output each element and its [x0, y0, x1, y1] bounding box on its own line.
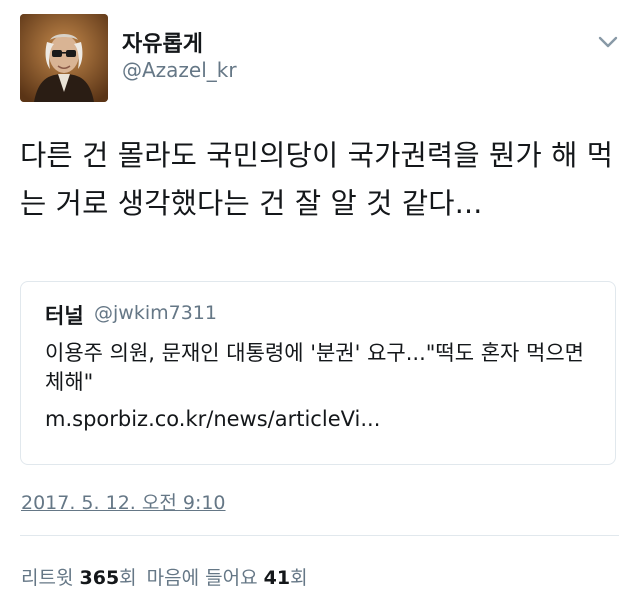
divider — [20, 535, 619, 536]
like-stat[interactable]: 마음에 들어요 41회 — [147, 567, 308, 589]
quoted-tweet-link[interactable]: m.sporbiz.co.kr/news/articleVi... — [45, 407, 380, 431]
retweet-stat[interactable]: 리트윗 365회 — [21, 567, 137, 589]
like-suffix: 회 — [290, 567, 308, 589]
author-name[interactable]: 자유롭게 — [122, 26, 203, 58]
retweet-label: 리트윗 — [21, 567, 74, 589]
like-label: 마음에 들어요 — [146, 567, 258, 589]
author-handle[interactable]: @Azazel_kr — [122, 58, 237, 82]
avatar-image — [20, 14, 108, 102]
chevron-down-icon[interactable] — [596, 32, 620, 52]
quoted-author-handle: @jwkim7311 — [94, 302, 217, 324]
avatar[interactable] — [20, 14, 108, 102]
quoted-author-name: 터널 — [45, 304, 84, 328]
tweet-text: 다른 건 몰라도 국민의당이 국가권력을 뭔가 해 먹는 거로 생각했다는 건 … — [20, 139, 614, 220]
tweet-stats: 리트윗 365회 마음에 들어요 41회 — [21, 563, 308, 590]
like-count: 41 — [263, 567, 291, 589]
retweet-suffix: 회 — [119, 567, 137, 589]
tweet-timestamp[interactable]: 2017. 5. 12. 오전 9:10 — [21, 488, 226, 515]
quoted-tweet-text: 이용주 의원, 문재인 대통령에 '분권' 요구..."떡도 혼자 먹으면 체해… — [45, 341, 584, 394]
quoted-tweet-card[interactable]: 터널 @jwkim7311 이용주 의원, 문재인 대통령에 '분권' 요구..… — [20, 281, 616, 465]
retweet-count: 365 — [79, 567, 120, 589]
